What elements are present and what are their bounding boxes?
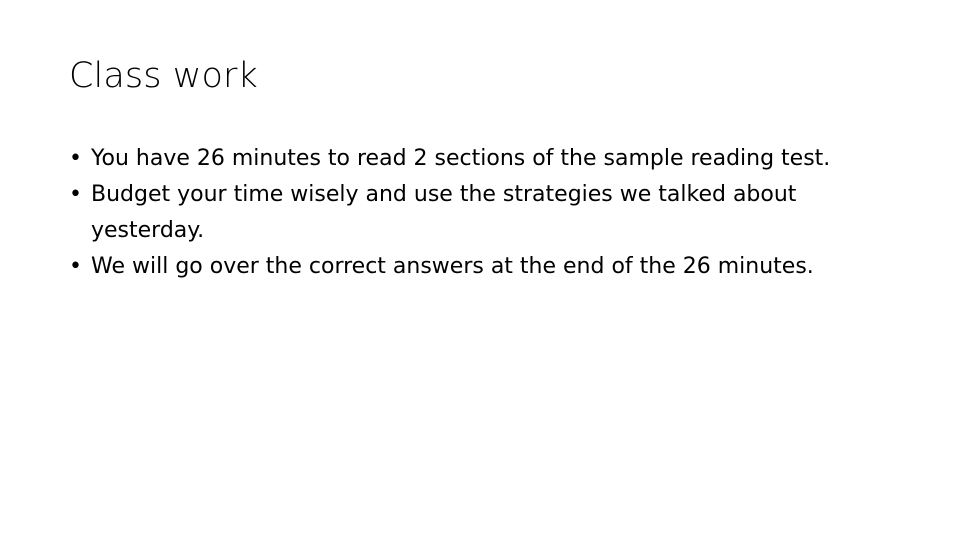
list-item-text: You have 26 minutes to read 2 sections o… — [91, 146, 831, 171]
list-item: • We will go over the correct answers at… — [69, 249, 889, 285]
list-item: • You have 26 minutes to read 2 sections… — [69, 141, 889, 177]
page-title: Class work — [69, 56, 258, 96]
list-item-text: Budget your time wisely and use the stra… — [91, 182, 797, 243]
list-item-text: We will go over the correct answers at t… — [91, 254, 814, 279]
bullet-icon: • — [69, 146, 82, 171]
list-item: • Budget your time wisely and use the st… — [69, 177, 889, 249]
bullet-list: • You have 26 minutes to read 2 sections… — [69, 141, 889, 285]
bullet-icon: • — [69, 254, 82, 279]
bullet-icon: • — [69, 182, 82, 207]
slide-canvas: Class work • You have 26 minutes to read… — [0, 0, 960, 540]
